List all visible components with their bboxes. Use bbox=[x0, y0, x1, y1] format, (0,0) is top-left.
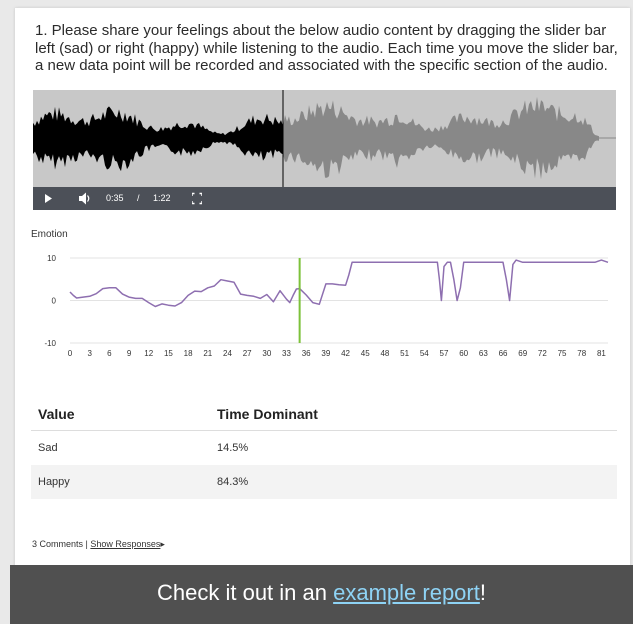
row-value: Happy bbox=[38, 476, 70, 488]
player-controls: 0:35 / 1:22 bbox=[33, 187, 616, 210]
x-tick-label: 12 bbox=[144, 349, 153, 358]
audio-player[interactable]: 0:35 / 1:22 bbox=[33, 90, 616, 210]
x-tick-label: 6 bbox=[107, 349, 112, 358]
example-report-link[interactable]: example report bbox=[333, 580, 480, 605]
x-tick-label: 57 bbox=[440, 349, 449, 358]
x-tick-label: 72 bbox=[538, 349, 547, 358]
x-tick-label: 3 bbox=[87, 349, 92, 358]
cta-banner: Check it out in an example report! bbox=[10, 565, 633, 624]
banner-suffix: ! bbox=[479, 580, 486, 605]
x-tick-label: 69 bbox=[518, 349, 527, 358]
x-tick-label: 42 bbox=[341, 349, 350, 358]
x-tick-label: 54 bbox=[420, 349, 429, 358]
question-card: 1. Please share your feelings about the … bbox=[15, 8, 630, 568]
x-tick-label: 75 bbox=[558, 349, 567, 358]
x-tick-label: 27 bbox=[243, 349, 252, 358]
fullscreen-icon[interactable] bbox=[191, 187, 203, 210]
x-tick-label: 0 bbox=[68, 349, 73, 358]
current-time: 0:35 bbox=[106, 193, 124, 203]
chart-label: Emotion bbox=[31, 229, 68, 240]
waveform[interactable] bbox=[33, 90, 616, 187]
x-tick-label: 18 bbox=[184, 349, 193, 358]
row-value: Sad bbox=[38, 442, 58, 454]
emotion-chart: 100-100 3 6 9 12 15 18 21 24 27 30 33 36 39 42 45 48 51 54… bbox=[44, 254, 609, 358]
banner-prefix: Check it out in an bbox=[157, 580, 334, 605]
table-header: Value Time Dominant bbox=[31, 398, 617, 431]
play-icon[interactable] bbox=[45, 187, 53, 210]
x-tick-label: 81 bbox=[597, 349, 606, 358]
header-time-dominant: Time Dominant bbox=[217, 406, 318, 422]
header-value: Value bbox=[38, 406, 75, 422]
y-tick-label: -10 bbox=[44, 339, 56, 348]
x-tick-label: 24 bbox=[223, 349, 232, 358]
series-line bbox=[69, 259, 609, 308]
x-tick-label: 51 bbox=[400, 349, 409, 358]
results-table: Value Time Dominant Sad 14.5% Happy 84.3… bbox=[31, 398, 617, 499]
x-tick-label: 33 bbox=[282, 349, 291, 358]
y-tick-label: 10 bbox=[47, 254, 56, 263]
table-row: Sad 14.5% bbox=[31, 431, 617, 465]
x-tick-label: 15 bbox=[164, 349, 173, 358]
x-tick-label: 48 bbox=[380, 349, 389, 358]
table-row: Happy 84.3% bbox=[31, 465, 617, 499]
row-time: 14.5% bbox=[217, 442, 249, 454]
y-tick-label: 0 bbox=[52, 297, 57, 306]
volume-icon[interactable] bbox=[79, 187, 91, 210]
x-tick-label: 21 bbox=[203, 349, 212, 358]
x-tick-label: 9 bbox=[127, 349, 132, 358]
caret-right-icon: ▸ bbox=[160, 539, 165, 549]
time-separator: / bbox=[137, 193, 140, 203]
question-text: 1. Please share your feelings about the … bbox=[35, 22, 618, 74]
x-tick-label: 78 bbox=[577, 349, 586, 358]
comments-footer: 3 Comments | Show Responses▸ bbox=[32, 539, 165, 550]
row-time: 84.3% bbox=[217, 476, 249, 488]
x-tick-label: 36 bbox=[302, 349, 311, 358]
x-tick-label: 45 bbox=[361, 349, 370, 358]
x-tick-label: 60 bbox=[459, 349, 468, 358]
x-tick-label: 66 bbox=[499, 349, 508, 358]
x-tick-label: 39 bbox=[321, 349, 330, 358]
x-tick-label: 30 bbox=[262, 349, 271, 358]
x-tick-label: 63 bbox=[479, 349, 488, 358]
comments-count: 3 Comments | bbox=[32, 539, 88, 549]
duration: 1:22 bbox=[153, 193, 171, 203]
show-responses-link[interactable]: Show Responses bbox=[90, 539, 160, 549]
